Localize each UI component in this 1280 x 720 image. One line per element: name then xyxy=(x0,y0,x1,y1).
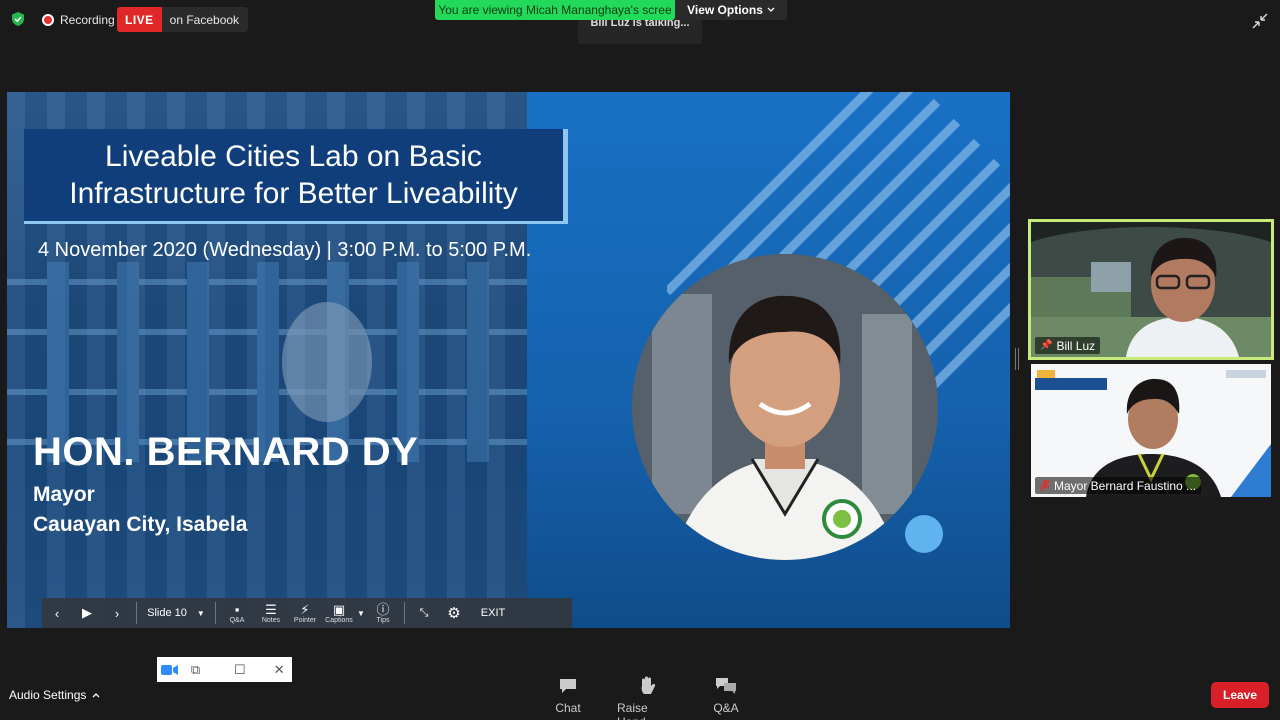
qa-tool-icon: ▪ xyxy=(234,601,240,617)
chevron-down-icon xyxy=(767,7,775,12)
pointer-button[interactable]: ⚡ Pointer xyxy=(288,598,322,628)
pointer-label: Pointer xyxy=(293,616,317,624)
zoom-window: Recording LIVE on Facebook Bill Luz is t… xyxy=(0,0,1280,720)
slideshow-controls: ‹ ▶ › Slide 10 ▼ ▪ Q&A ☰ Notes ⚡ Pointer ▣ C… xyxy=(42,598,572,628)
leave-button[interactable]: Leave xyxy=(1211,682,1269,708)
play-button[interactable]: ▶ xyxy=(72,598,102,628)
slide-date: 4 November 2020 (Wednesday) | 3:00 P.M. … xyxy=(38,239,532,261)
pip-icon[interactable]: ⧉ xyxy=(183,657,209,682)
info-icon: ⓘ xyxy=(376,601,390,617)
chat-bubble-icon xyxy=(558,676,578,696)
shield-icon[interactable] xyxy=(10,11,26,27)
qa-button[interactable]: Q&A xyxy=(710,676,742,715)
participant-video[interactable]: Mayor Bernard Faustino ... xyxy=(1031,364,1271,497)
speaker-city: Cauayan City, Isabela xyxy=(33,513,248,536)
slide-title-line2: Infrastructure for Better Liveability xyxy=(69,177,518,210)
pointer-icon: ⚡ xyxy=(300,601,310,617)
qa-tool-button[interactable]: ▪ Q&A xyxy=(220,598,254,628)
speaker-portrait xyxy=(632,254,938,560)
exit-fullscreen-icon[interactable] xyxy=(1251,12,1269,30)
captions-button[interactable]: ▣ Captions xyxy=(322,598,356,628)
participant-name: Bill Luz xyxy=(1056,338,1096,353)
back-button[interactable]: ‹ xyxy=(42,598,72,628)
caret-down-icon: ▼ xyxy=(196,608,205,618)
qa-tool-label: Q&A xyxy=(229,616,245,624)
view-options-label: View Options xyxy=(687,3,763,17)
slide-title-box: Liveable Cities Lab on Basic Infrastruct… xyxy=(24,129,568,224)
slide-selector[interactable]: Slide 10 ▼ xyxy=(141,598,211,628)
speaker-role: Mayor xyxy=(33,483,95,506)
participant-name: Mayor Bernard Faustino ... xyxy=(1054,478,1197,493)
captions-label: Captions xyxy=(325,616,353,624)
speaker-photo xyxy=(632,254,938,560)
slide-title: Liveable Cities Lab on Basic Infrastruct… xyxy=(69,138,518,212)
captions-dropdown[interactable]: ▼ xyxy=(356,598,366,628)
slide-selector-label: Slide 10 xyxy=(147,607,187,619)
chevron-up-icon xyxy=(92,693,100,698)
speaker-name: HON. BERNARD DY xyxy=(33,430,419,474)
forward-button[interactable]: › xyxy=(102,598,132,628)
recording-label: Recording xyxy=(60,12,115,27)
close-icon[interactable]: ✕ xyxy=(266,657,292,682)
shrink-icon[interactable]: ⤡ xyxy=(409,598,439,628)
raise-hand-button[interactable]: Raise Hand xyxy=(617,676,677,720)
record-icon xyxy=(42,13,54,26)
shared-screen: Liveable Cities Lab on Basic Infrastruct… xyxy=(7,92,1010,628)
maximize-icon[interactable]: ☐ xyxy=(227,657,253,682)
qa-bubbles-icon xyxy=(714,676,738,696)
live-target: on Facebook xyxy=(169,12,240,27)
notes-label: Notes xyxy=(261,616,281,624)
recording-indicator[interactable]: Recording xyxy=(36,8,121,31)
slide-title-line1: Liveable Cities Lab on Basic xyxy=(105,140,482,173)
audio-settings-button[interactable]: Audio Settings xyxy=(9,688,100,702)
chat-button[interactable]: Chat xyxy=(553,676,583,715)
divider xyxy=(404,602,405,624)
chat-label: Chat xyxy=(555,701,581,715)
viewing-banner: You are viewing Micah Mananghaya's scree xyxy=(435,0,675,20)
divider xyxy=(136,602,137,624)
raise-hand-label: Raise Hand xyxy=(617,701,648,720)
participant-name-tag: Mayor Bernard Faustino ... xyxy=(1035,477,1202,494)
live-stream-indicator[interactable]: LIVE on Facebook xyxy=(117,7,249,32)
live-badge: LIVE xyxy=(117,7,162,32)
notes-button[interactable]: ☰ Notes xyxy=(254,598,288,628)
minimized-window-controls: ⧉ ☐ ✕ xyxy=(157,657,292,682)
audio-settings-label: Audio Settings xyxy=(9,688,87,702)
tips-button[interactable]: ⓘ Tips xyxy=(366,598,400,628)
hand-icon xyxy=(638,676,656,696)
split-view-handle[interactable] xyxy=(1015,348,1019,370)
qa-label: Q&A xyxy=(713,701,739,715)
settings-gear-icon[interactable]: ⚙ xyxy=(439,598,469,628)
decorative-dot xyxy=(905,515,943,553)
zoom-app-icon[interactable] xyxy=(157,657,183,682)
pin-icon: 📌 xyxy=(1040,340,1053,351)
divider xyxy=(215,602,216,624)
captions-icon: ▣ xyxy=(332,601,346,617)
notes-icon: ☰ xyxy=(265,601,277,617)
exit-slideshow-button[interactable]: EXIT xyxy=(469,598,517,628)
view-options-button[interactable]: View Options xyxy=(675,0,787,20)
mic-muted-icon xyxy=(1040,479,1050,491)
participant-name-tag: 📌 Bill Luz xyxy=(1035,337,1101,354)
participant-video-active[interactable]: 📌 Bill Luz xyxy=(1028,219,1274,360)
tips-label: Tips xyxy=(376,616,390,624)
